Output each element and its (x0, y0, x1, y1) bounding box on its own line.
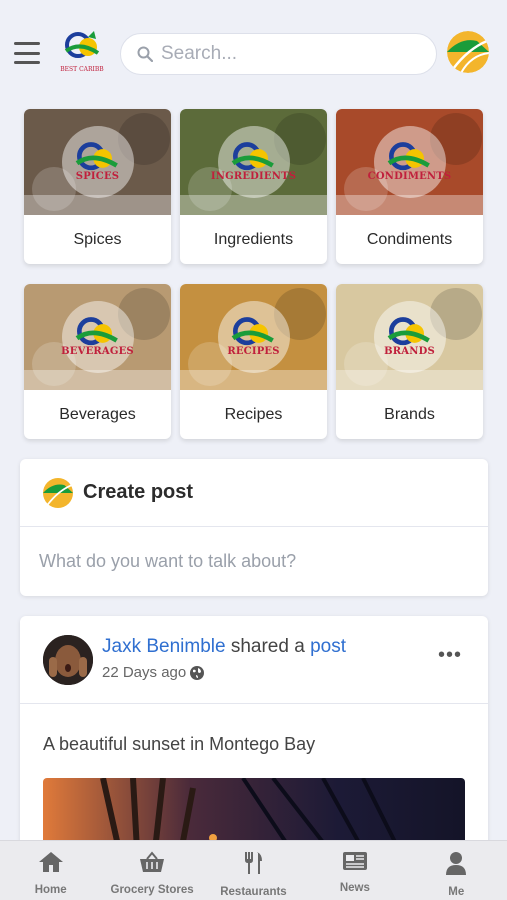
home-icon (38, 851, 64, 878)
best-caribb-logo[interactable]: BEST CARIBB (58, 27, 106, 75)
utensils-icon (242, 851, 264, 880)
category-grid: SPICES Spices INGREDIENTS Ingredients CONDIM… (24, 109, 484, 439)
category-tile-brands[interactable]: BRANDS Brands (336, 284, 483, 439)
svg-text:BEST CARIBB: BEST CARIBB (60, 66, 104, 73)
post-author-line: Jaxk Benimble shared a post (102, 636, 346, 658)
hamburger-menu-icon[interactable] (14, 42, 40, 64)
app-header: BEST CARIBB (0, 0, 507, 100)
category-label: Recipes (224, 405, 283, 423)
more-options-icon[interactable]: ••• (438, 644, 462, 667)
nav-item-news[interactable]: News (304, 841, 405, 900)
category-badge-text: RECIPES (227, 346, 280, 357)
category-image: SPICES (24, 109, 171, 215)
search-icon (137, 46, 153, 62)
category-logo-badge (373, 301, 446, 373)
category-label: Spices (73, 230, 122, 248)
post-action-text: shared a (230, 636, 305, 657)
post-link[interactable]: post (310, 636, 346, 657)
category-badge-text: CONDIMENTS (367, 171, 452, 182)
nav-label: Restaurants (220, 886, 287, 898)
category-label: Brands (384, 405, 435, 423)
author-avatar[interactable] (43, 635, 93, 685)
category-logo-badge (61, 301, 134, 373)
basket-icon (139, 851, 165, 878)
category-tile-beverages[interactable]: BEVERAGES Beverages (24, 284, 171, 439)
bottom-navigation: Home Grocery Stores Restaurants News Me (0, 840, 507, 900)
create-post-input[interactable]: What do you want to talk about? (20, 527, 488, 595)
category-tile-spices[interactable]: SPICES Spices (24, 109, 171, 264)
create-post-card: Create post What do you want to talk abo… (20, 459, 488, 596)
globe-icon (190, 665, 205, 680)
nav-label: Grocery Stores (110, 884, 194, 896)
nav-item-grocery-stores[interactable]: Grocery Stores (102, 841, 203, 900)
category-tile-condiments[interactable]: CONDIMENTS Condiments (336, 109, 483, 264)
post-time: 22 Days ago (102, 664, 187, 681)
nav-label: Me (448, 886, 465, 898)
create-post-header[interactable]: Create post (20, 459, 488, 527)
category-badge-text: INGREDIENTS (210, 171, 297, 182)
category-tile-recipes[interactable]: RECIPES Recipes (180, 284, 327, 439)
post-body-text: A beautiful sunset in Montego Bay (43, 734, 316, 754)
category-label: Beverages (59, 405, 136, 423)
post-meta: 22 Days ago (102, 664, 205, 681)
newspaper-icon (342, 851, 368, 876)
category-badge-text: BEVERAGES (61, 346, 134, 357)
post-header: Jaxk Benimble shared a post 22 Days ago … (20, 616, 488, 704)
category-image: CONDIMENTS (336, 109, 483, 215)
search-bar[interactable] (120, 33, 437, 75)
author-name-link[interactable]: Jaxk Benimble (102, 636, 226, 657)
category-image: RECIPES (180, 284, 327, 390)
category-badge-text: SPICES (75, 171, 120, 182)
category-image: BRANDS (336, 284, 483, 390)
category-logo-badge (373, 126, 446, 198)
nav-item-me[interactable]: Me (406, 841, 507, 900)
category-logo-badge (217, 126, 290, 198)
nav-label: News (339, 882, 370, 894)
category-logo-badge (61, 126, 134, 198)
create-post-title: Create post (83, 481, 194, 503)
category-badge-text: BRANDS (384, 346, 435, 357)
search-input[interactable] (161, 43, 421, 65)
category-logo-badge (217, 301, 290, 373)
category-image: BEVERAGES (24, 284, 171, 390)
nav-item-restaurants[interactable]: Restaurants (203, 841, 304, 900)
category-tile-ingredients[interactable]: INGREDIENTS Ingredients (180, 109, 327, 264)
user-icon (445, 851, 467, 880)
category-image: INGREDIENTS (180, 109, 327, 215)
nav-label: Home (34, 884, 67, 896)
category-label: Ingredients (213, 230, 294, 248)
profile-avatar[interactable] (447, 31, 489, 73)
user-avatar-icon (43, 477, 73, 508)
nav-item-home[interactable]: Home (0, 841, 101, 900)
category-label: Condiments (366, 230, 453, 248)
feed-post: Jaxk Benimble shared a post 22 Days ago … (20, 616, 488, 856)
